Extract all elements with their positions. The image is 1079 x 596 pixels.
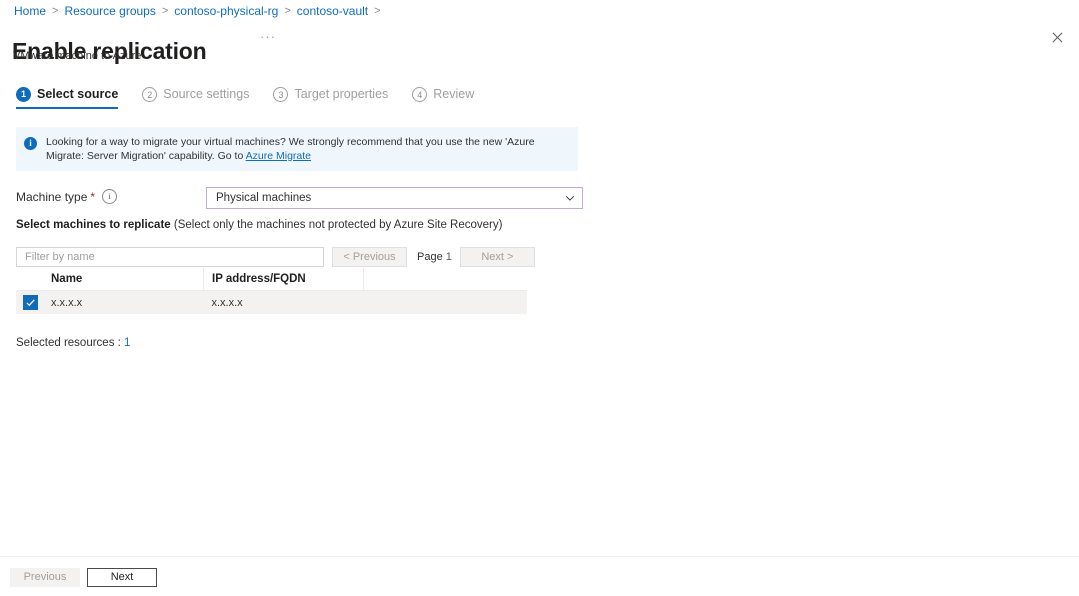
previous-button[interactable]: Previous [10, 568, 80, 587]
footer-actions: Previous Next [10, 568, 157, 587]
breadcrumb-item-contoso-physical-rg[interactable]: contoso-physical-rg [174, 3, 278, 19]
pagination-page-label: Page [417, 251, 443, 263]
checkmark-icon [26, 299, 35, 307]
row-cell-spacer [364, 291, 528, 315]
breadcrumb: Home > Resource groups > contoso-physica… [14, 3, 387, 19]
pagination-next-button[interactable]: Next > [459, 247, 535, 267]
step-number-badge: 3 [273, 86, 289, 102]
tab-select-source[interactable]: 1 Select source [16, 86, 119, 109]
machine-type-dropdown[interactable]: Physical machines [206, 187, 583, 209]
wizard-steps: 1 Select source 2 Source settings 3 Targ… [16, 86, 498, 109]
breadcrumb-separator: > [161, 5, 169, 17]
row-checkbox-checked[interactable] [23, 295, 38, 310]
machines-table: Name IP address/FQDN x.x.x.x x.x.x.x [16, 268, 527, 314]
column-header-name: Name [43, 268, 204, 291]
table-row[interactable]: x.x.x.x x.x.x.x [16, 290, 528, 315]
column-header-select [16, 268, 43, 291]
select-machines-heading-bold: Select machines to replicate [16, 219, 171, 231]
more-options-icon[interactable]: ··· [260, 29, 276, 44]
machine-type-label: Machine type * i [16, 189, 118, 204]
tab-target-properties[interactable]: 3 Target properties [273, 86, 388, 109]
machine-type-row: Machine type * i Physical machines [16, 187, 586, 209]
row-cell-ip: x.x.x.x [204, 291, 364, 315]
column-header-ip-fqdn: IP address/FQDN [203, 268, 364, 291]
table-header-row: Name IP address/FQDN [16, 268, 527, 291]
filter-by-name-input[interactable] [16, 247, 324, 267]
column-header-spacer [363, 268, 527, 291]
select-machines-heading-note: (Select only the machines not protected … [170, 219, 503, 231]
pagination-previous-button[interactable]: < Previous [332, 247, 407, 267]
table-header: Name IP address/FQDN [16, 268, 527, 291]
breadcrumb-separator: > [52, 5, 59, 17]
tab-review[interactable]: 4 Review [412, 86, 474, 109]
info-circle-icon[interactable]: i [102, 189, 118, 204]
close-button[interactable] [1043, 23, 1071, 51]
info-icon: i [24, 137, 37, 150]
row-select-cell[interactable] [16, 291, 43, 315]
selected-resources-count[interactable]: 1 [124, 337, 130, 349]
breadcrumb-separator: > [284, 5, 291, 17]
chevron-down-icon [565, 196, 575, 201]
column-header-name-text: Name [51, 273, 83, 285]
info-banner-text: Looking for a way to migrate your virtua… [46, 135, 568, 163]
close-icon [1052, 32, 1062, 42]
machine-type-label-text: Machine type [16, 189, 88, 204]
step-label: Target properties [294, 87, 389, 101]
breadcrumb-item-resource-groups[interactable]: Resource groups [64, 3, 155, 19]
pagination-page-number: 1 [445, 251, 452, 263]
selected-resources: Selected resources : 1 [16, 337, 130, 349]
tab-source-settings[interactable]: 2 Source settings [142, 86, 249, 109]
select-machines-heading: Select machines to replicate (Select onl… [16, 218, 502, 233]
step-number-badge: 2 [142, 86, 158, 102]
breadcrumb-item-contoso-vault[interactable]: contoso-vault [297, 3, 368, 19]
footer-divider [0, 556, 1079, 557]
breadcrumb-item-home[interactable]: Home [14, 3, 46, 19]
table-body: x.x.x.x x.x.x.x [16, 290, 528, 315]
column-header-ip-fqdn-text: IP address/FQDN [212, 273, 306, 285]
step-label: Source settings [163, 87, 250, 101]
pagination-page-indicator: Page 1 [417, 251, 452, 263]
row-name-text: x.x.x.x [51, 296, 83, 309]
step-label: Review [433, 87, 475, 101]
selected-resources-label: Selected resources : [16, 337, 125, 349]
next-button[interactable]: Next [87, 568, 157, 587]
page-subtitle: VMware machine to Azure [13, 50, 142, 62]
step-number-badge: 4 [412, 86, 428, 102]
table-toolbar: < Previous Page 1 Next > [16, 247, 535, 267]
machine-type-selected-value: Physical machines [216, 192, 312, 204]
required-marker: * [90, 189, 96, 204]
info-banner: i Looking for a way to migrate your virt… [16, 127, 578, 171]
step-label: Select source [37, 87, 119, 101]
breadcrumb-separator: > [374, 5, 381, 17]
azure-migrate-link[interactable]: Azure Migrate [246, 150, 311, 162]
row-ip-text: x.x.x.x [211, 296, 243, 309]
step-number-badge: 1 [16, 86, 31, 102]
row-cell-name: x.x.x.x [43, 291, 204, 315]
